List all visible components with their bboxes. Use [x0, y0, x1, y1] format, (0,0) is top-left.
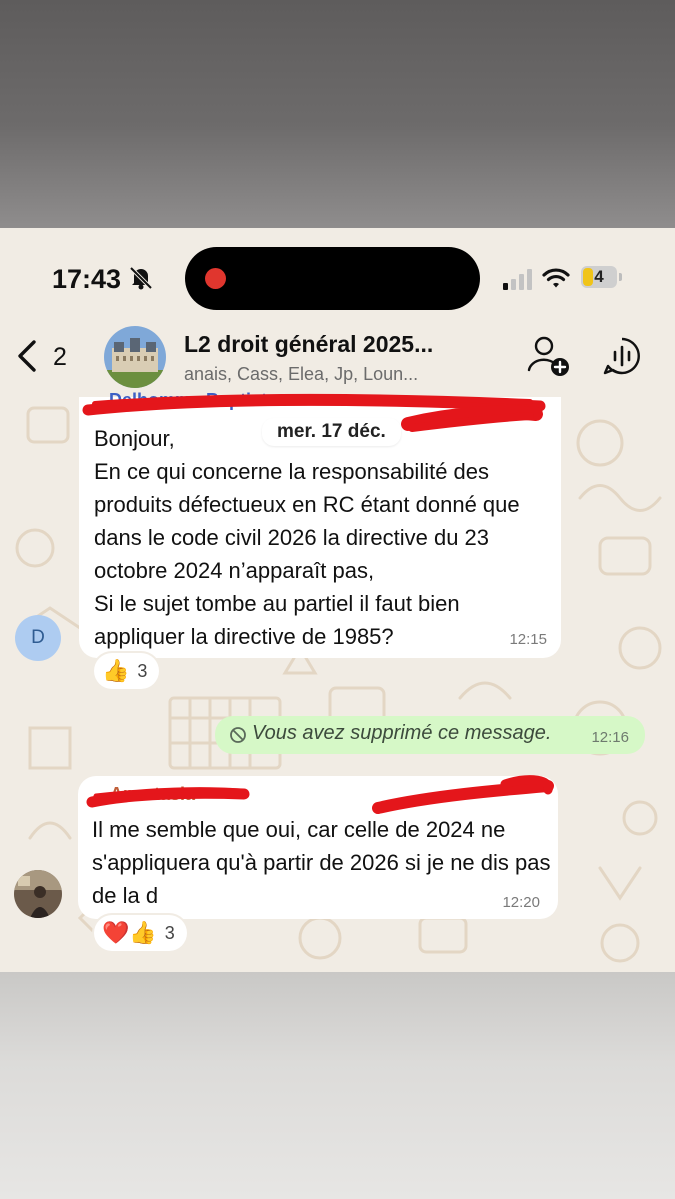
reaction-badge[interactable]: 👍 3 [94, 653, 160, 689]
dynamic-island [185, 247, 480, 310]
heart-thumbs-up-icon: ❤️👍 [102, 920, 157, 945]
message-sender: Anastasia [110, 784, 196, 804]
chat-members[interactable]: anais, Cass, Elea, Jp, Loun... [184, 364, 418, 385]
cellular-signal-icon [503, 269, 532, 290]
deleted-message-text: Vous avez supprimé ce message. [252, 722, 552, 744]
date-separator: mer. 17 déc. [262, 418, 401, 446]
thumbs-up-icon: 👍 [102, 658, 130, 683]
audio-wave-icon[interactable] [602, 336, 642, 376]
chevron-left-icon[interactable] [14, 338, 40, 374]
back-unread-count[interactable]: 2 [53, 343, 67, 372]
phone-screen: 17:43 4 2 L2 droit général 2025... anais… [0, 228, 675, 972]
reaction-count: 3 [137, 660, 148, 681]
screenshot-top-backdrop [0, 0, 675, 228]
message-time: 12:15 [509, 631, 547, 648]
blocked-icon [230, 727, 246, 743]
status-time: 17:43 [52, 264, 122, 294]
message-time: 12:20 [502, 894, 540, 911]
message-text: Bonjour, En ce qui concerne la responsab… [94, 426, 520, 649]
battery-indicator: 4 [581, 266, 623, 290]
message-time: 12:16 [591, 729, 629, 746]
reaction-count: 3 [164, 922, 175, 943]
battery-level: 4 [594, 267, 604, 286]
reaction-badge[interactable]: ❤️👍 3 [94, 915, 187, 951]
avatar[interactable]: D [15, 615, 61, 661]
avatar[interactable] [14, 870, 62, 918]
message-sender: Delhomme Baptiste [109, 390, 278, 410]
message-text: Il me semble que oui, car celle de 2024 … [92, 817, 551, 908]
deleted-message-bubble[interactable]: Vous avez supprimé ce message. 12:16 [215, 716, 645, 754]
wifi-icon [542, 268, 570, 288]
bell-slash-icon [129, 266, 153, 290]
screenshot-bottom-backdrop [0, 972, 675, 1199]
chat-title[interactable]: L2 droit général 2025... [184, 331, 433, 358]
message-bubble[interactable]: Anastasia Il me semble que oui, car cell… [78, 776, 558, 919]
add-person-icon[interactable] [526, 334, 572, 378]
recording-indicator-icon [205, 268, 226, 289]
group-avatar[interactable] [104, 326, 166, 388]
